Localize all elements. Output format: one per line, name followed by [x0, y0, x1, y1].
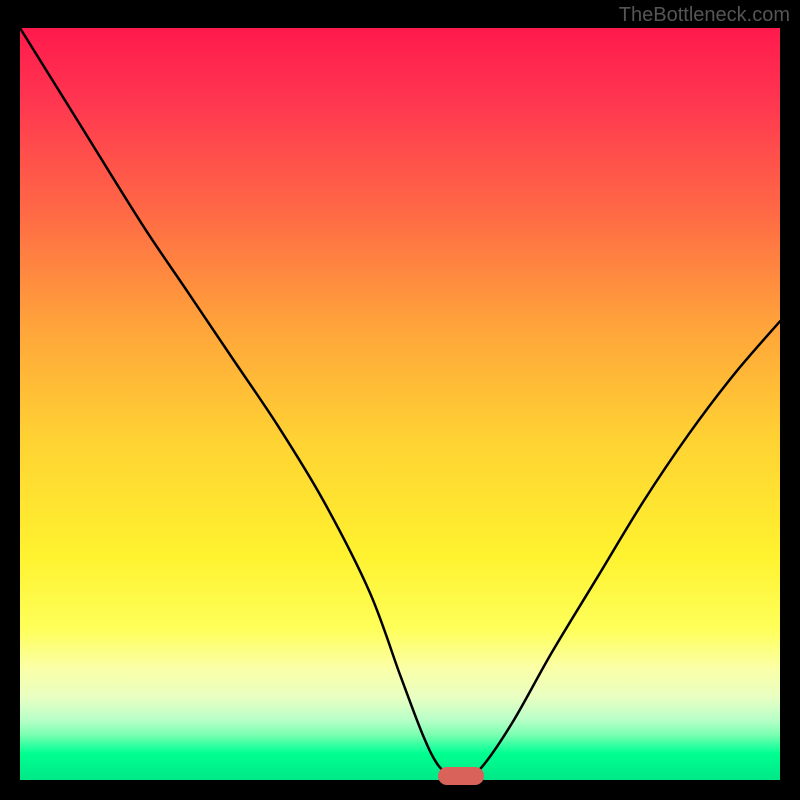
bottleneck-curve [20, 28, 780, 778]
chart-curve-svg [20, 28, 780, 780]
optimal-range-marker [438, 767, 484, 785]
watermark-text: TheBottleneck.com [619, 4, 790, 27]
